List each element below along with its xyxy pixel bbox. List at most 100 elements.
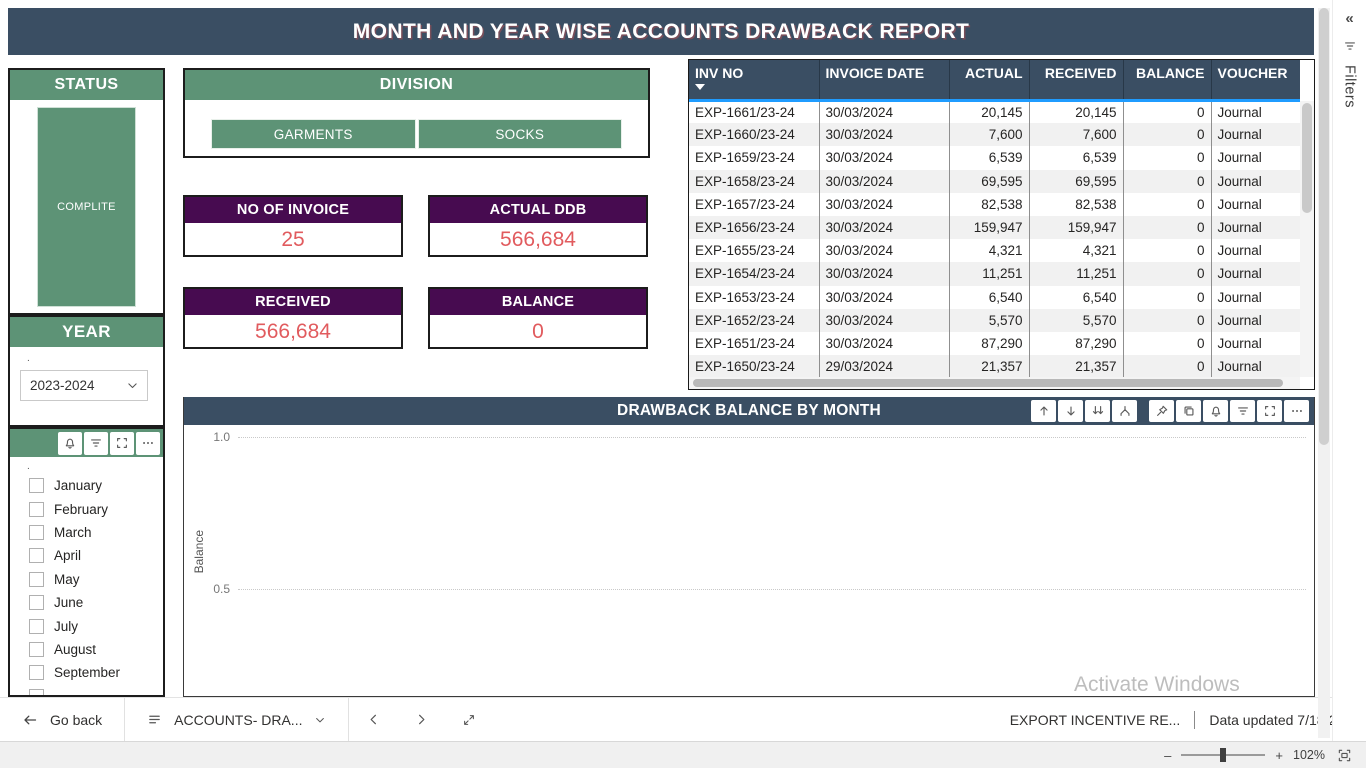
column-header-received[interactable]: RECEIVED bbox=[1029, 60, 1123, 100]
alert-icon[interactable] bbox=[58, 432, 82, 455]
go-back-button[interactable]: Go back bbox=[0, 698, 124, 741]
checkbox[interactable] bbox=[29, 689, 44, 697]
filter-icon[interactable] bbox=[1230, 400, 1255, 422]
table-cell: 30/03/2024 bbox=[819, 309, 949, 332]
checkbox[interactable] bbox=[29, 642, 44, 657]
table-horizontal-scrollbar[interactable] bbox=[689, 377, 1300, 389]
table-cell: EXP-1657/23-24 bbox=[689, 193, 819, 216]
resize-view-icon[interactable] bbox=[445, 698, 493, 741]
table-row[interactable]: EXP-1655/23-2430/03/20244,3214,3210Journ… bbox=[689, 239, 1300, 262]
table-cell: 29/03/2024 bbox=[819, 355, 949, 378]
month-checkbox-march[interactable]: March bbox=[10, 521, 163, 544]
fit-to-screen-icon[interactable] bbox=[1337, 748, 1352, 763]
page-scrollbar[interactable] bbox=[1318, 8, 1330, 738]
watermark-line1: Activate Windows bbox=[1074, 673, 1303, 697]
year-dropdown[interactable]: 2023-2024 bbox=[20, 370, 148, 401]
table-row[interactable]: EXP-1660/23-2430/03/20247,6007,6000Journ… bbox=[689, 123, 1300, 146]
month-checkbox-partial[interactable] bbox=[10, 685, 163, 697]
table-row[interactable]: EXP-1659/23-2430/03/20246,5396,5390Journ… bbox=[689, 146, 1300, 169]
month-label: January bbox=[54, 478, 102, 493]
month-checkbox-january[interactable]: January bbox=[10, 474, 163, 497]
table-cell: 30/03/2024 bbox=[819, 286, 949, 309]
month-checkbox-june[interactable]: June bbox=[10, 591, 163, 614]
more-icon[interactable] bbox=[136, 432, 160, 455]
checkbox[interactable] bbox=[29, 619, 44, 634]
table-cell: EXP-1654/23-24 bbox=[689, 262, 819, 285]
drill-down-icon[interactable] bbox=[1058, 400, 1083, 422]
column-header-balance[interactable]: BALANCE bbox=[1123, 60, 1211, 100]
report-name[interactable]: EXPORT INCENTIVE RE... bbox=[1010, 712, 1181, 728]
month-checkbox-april[interactable]: April bbox=[10, 544, 163, 567]
table-row[interactable]: EXP-1654/23-2430/03/202411,25111,2510Jou… bbox=[689, 262, 1300, 285]
checkbox[interactable] bbox=[29, 595, 44, 610]
zoom-in-icon[interactable]: + bbox=[1275, 748, 1283, 763]
division-option-socks[interactable]: SOCKS bbox=[418, 119, 623, 149]
back-arrow-icon bbox=[22, 712, 38, 728]
kpi-value: 566,684 bbox=[430, 225, 646, 255]
checkbox[interactable] bbox=[29, 478, 44, 493]
drill-up-icon[interactable] bbox=[1031, 400, 1056, 422]
column-header-actual[interactable]: ACTUAL bbox=[949, 60, 1029, 100]
column-header-voucher[interactable]: VOUCHER bbox=[1211, 60, 1300, 100]
month-list: January FebruaryMarchAprilMayJuneJulyAugu… bbox=[10, 472, 163, 697]
table-cell: EXP-1660/23-24 bbox=[689, 123, 819, 146]
checkbox[interactable] bbox=[29, 572, 44, 587]
month-checkbox-may[interactable]: May bbox=[10, 568, 163, 591]
table-row[interactable]: EXP-1652/23-2430/03/20245,5705,5700Journ… bbox=[689, 309, 1300, 332]
table-cell: 0 bbox=[1123, 332, 1211, 355]
table-cell: EXP-1652/23-24 bbox=[689, 309, 819, 332]
focus-icon[interactable] bbox=[110, 432, 134, 455]
copy-icon[interactable] bbox=[1176, 400, 1201, 422]
table-row[interactable]: EXP-1651/23-2430/03/202487,29087,2900Jou… bbox=[689, 332, 1300, 355]
table-row[interactable]: EXP-1658/23-2430/03/202469,59569,5950Jou… bbox=[689, 170, 1300, 193]
invoice-table-body: EXP-1661/23-2430/03/202420,14520,1450Jou… bbox=[689, 100, 1300, 378]
division-option-garments[interactable]: GARMENTS bbox=[211, 119, 416, 149]
table-cell: 82,538 bbox=[949, 193, 1029, 216]
checkbox[interactable] bbox=[29, 525, 44, 540]
zoom-slider[interactable] bbox=[1181, 754, 1265, 756]
table-row[interactable]: EXP-1661/23-2430/03/202420,14520,1450Jou… bbox=[689, 100, 1300, 123]
checkbox[interactable] bbox=[29, 502, 44, 517]
expand-next-level-icon[interactable] bbox=[1085, 400, 1110, 422]
pages-icon bbox=[147, 712, 162, 727]
table-row[interactable]: EXP-1653/23-2430/03/20246,5406,5400Journ… bbox=[689, 286, 1300, 309]
next-page-button[interactable] bbox=[397, 698, 445, 741]
table-cell: Journal bbox=[1211, 100, 1300, 123]
table-cell: EXP-1650/23-24 bbox=[689, 355, 819, 378]
table-row[interactable]: EXP-1656/23-2430/03/2024159,947159,9470J… bbox=[689, 216, 1300, 239]
drawback-balance-chart: DRAWBACK BALANCE BY MONTH 1.0 0.5 Balanc… bbox=[183, 397, 1315, 697]
table-row[interactable]: EXP-1650/23-2429/03/202421,35721,3570Jou… bbox=[689, 355, 1300, 378]
table-cell: 30/03/2024 bbox=[819, 262, 949, 285]
month-checkbox-september[interactable]: September bbox=[10, 661, 163, 684]
division-slicer: DIVISION GARMENTSSOCKS bbox=[183, 68, 650, 158]
status-option-complite[interactable]: COMPLITE bbox=[37, 107, 136, 307]
expand-filters-pane-icon[interactable]: « bbox=[1345, 10, 1353, 27]
year-dropdown-value: 2023-2024 bbox=[30, 378, 95, 393]
table-cell: 87,290 bbox=[949, 332, 1029, 355]
table-cell: 7,600 bbox=[949, 123, 1029, 146]
checkbox[interactable] bbox=[29, 548, 44, 563]
icon-group-gap bbox=[1139, 400, 1147, 422]
alert-icon[interactable] bbox=[1203, 400, 1228, 422]
table-cell: Journal bbox=[1211, 123, 1300, 146]
expand-tree-icon[interactable] bbox=[1112, 400, 1137, 422]
focus-icon[interactable] bbox=[1257, 400, 1282, 422]
previous-page-button[interactable] bbox=[349, 698, 397, 741]
table-vertical-scrollbar[interactable] bbox=[1300, 101, 1314, 377]
zoom-out-icon[interactable]: – bbox=[1164, 748, 1171, 763]
table-row[interactable]: EXP-1657/23-2430/03/202482,53882,5380Jou… bbox=[689, 193, 1300, 216]
column-header-inv-no[interactable]: INV NO bbox=[689, 60, 819, 100]
filter-icon[interactable] bbox=[84, 432, 108, 455]
page-selector[interactable]: ACCOUNTS- DRA... bbox=[125, 698, 348, 741]
checkbox[interactable] bbox=[29, 665, 44, 680]
month-checkbox-august[interactable]: August bbox=[10, 638, 163, 661]
zoom-slider-thumb[interactable] bbox=[1220, 748, 1226, 762]
y-axis-tick: 0.5 bbox=[190, 582, 230, 596]
column-header-invoice-date[interactable]: INVOICE DATE bbox=[819, 60, 949, 100]
month-checkbox-july[interactable]: July bbox=[10, 614, 163, 637]
more-icon[interactable] bbox=[1284, 400, 1309, 422]
pin-icon[interactable] bbox=[1149, 400, 1174, 422]
invoice-table: INV NO INVOICE DATE ACTUAL RECEIVED BALA… bbox=[688, 59, 1315, 390]
month-checkbox-february[interactable]: February bbox=[10, 497, 163, 520]
table-cell: 6,539 bbox=[1029, 146, 1123, 169]
